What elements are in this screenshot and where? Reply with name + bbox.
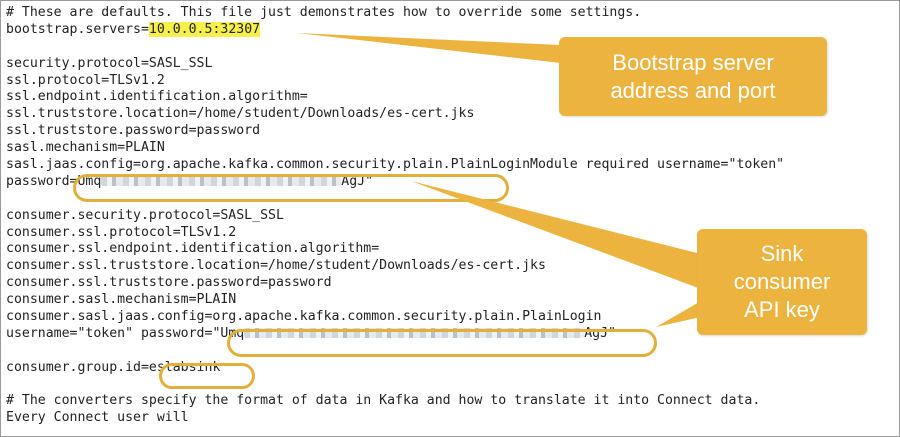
code-line-consumer-sasl-mechanism: consumer.sasl.mechanism=PLAIN (6, 292, 237, 308)
code-line-consumer-security-protocol: consumer.security.protocol=SASL_SSL (6, 207, 284, 223)
code-line-comment-connect-user: Every Connect user will (6, 410, 189, 426)
bootstrap-server-value: 10.0.0.5:32307 (148, 21, 261, 37)
bootstrap-key: bootstrap.servers= (6, 21, 149, 37)
code-line-ssl-truststore-password: ssl.truststore.password=password (6, 123, 261, 139)
sink-key-callout-text: Sink consumer API key (733, 241, 831, 322)
consumer-password-annotation-oval (227, 329, 657, 357)
group-id-key: consumer.group.id= (6, 359, 149, 375)
code-line-comment-converters: # The converters specify the format of d… (6, 393, 761, 409)
config-file-viewer: # These are defaults. This file just dem… (0, 0, 900, 437)
code-line-consumer-group-id: consumer.group.id=eslabsink (6, 360, 784, 377)
code-line-comment-defaults: # These are defaults. This file just dem… (6, 5, 642, 20)
code-line-consumer-truststore-password: consumer.ssl.truststore.password=passwor… (6, 275, 332, 291)
bootstrap-callout-text: Bootstrap server address and port (610, 49, 776, 103)
code-line-sasl-jaas-config: sasl.jaas.config=org.apache.kafka.common… (6, 157, 785, 173)
code-line-consumer-ssl-protocol: consumer.ssl.protocol=TLSv1.2 (6, 224, 237, 240)
group-id-annotation-oval (159, 363, 255, 389)
code-line-consumer-ssl-endpoint: consumer.ssl.endpoint.identification.alg… (6, 241, 380, 257)
bootstrap-callout: Bootstrap server address and port (559, 37, 827, 116)
code-line-consumer-truststore-location: consumer.ssl.truststore.location=/home/s… (6, 258, 546, 274)
password-annotation-oval (73, 174, 509, 202)
sink-key-callout: Sink consumer API key (697, 229, 867, 335)
code-line-sasl-mechanism: sasl.mechanism=PLAIN (6, 140, 165, 156)
password-key: password= (6, 173, 78, 189)
consumer-password-key: username="token" password= (6, 325, 213, 341)
code-line-consumer-sasl-jaas-config: consumer.sasl.jaas.config=org.apache.kaf… (6, 309, 602, 325)
